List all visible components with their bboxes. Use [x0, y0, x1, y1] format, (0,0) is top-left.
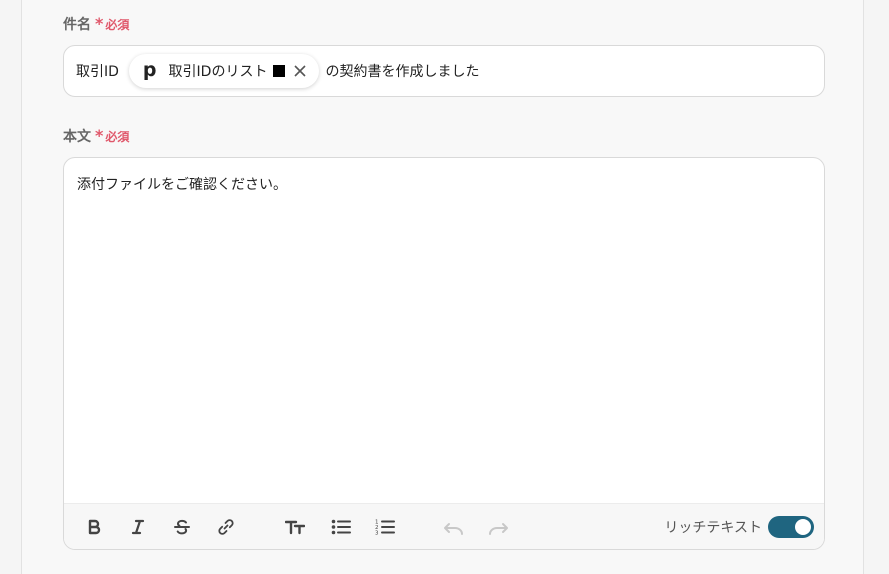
subject-label: 件名 * 必須: [63, 14, 129, 34]
svg-text:3: 3: [375, 531, 379, 537]
text-size-icon[interactable]: [283, 515, 307, 539]
editor-toolbar: 123 リッチテキスト: [64, 503, 824, 549]
subject-prefix: 取引ID: [76, 64, 119, 80]
chip-label: 取引IDのリスト: [168, 64, 268, 80]
strikethrough-icon[interactable]: [170, 515, 194, 539]
bold-icon[interactable]: [82, 515, 106, 539]
body-text[interactable]: 添付ファイルをご確認ください。: [77, 174, 287, 194]
rich-text-toggle[interactable]: [768, 516, 814, 538]
undo-icon[interactable]: [442, 515, 466, 539]
italic-icon[interactable]: [126, 515, 150, 539]
p-logo-icon: p: [142, 58, 157, 81]
subject-label-text: 件名: [63, 17, 91, 33]
close-icon[interactable]: [291, 62, 309, 80]
form-panel: 件名 * 必須 取引ID p 取引IDのリスト の契約書を作成しました 本文 *…: [21, 0, 864, 574]
asterisk-icon: *: [95, 126, 104, 145]
body-label: 本文 * 必須: [63, 126, 129, 146]
rich-text-label: リッチテキスト: [664, 520, 762, 536]
redo-icon[interactable]: [486, 515, 510, 539]
square-icon: [273, 65, 286, 77]
subject-suffix: の契約書を作成しました: [325, 64, 480, 80]
toggle-knob: [795, 519, 811, 535]
variable-chip[interactable]: p 取引IDのリスト: [128, 54, 320, 88]
body-editor[interactable]: 添付ファイルをご確認ください。 1 2 3 リッチテキスト: [63, 157, 825, 550]
numbered-list-icon[interactable]: 123: [373, 515, 397, 539]
required-text: 必須: [105, 129, 130, 144]
required-badge: * 必須: [95, 128, 129, 145]
subject-field[interactable]: 取引ID p 取引IDのリスト の契約書を作成しました: [63, 45, 825, 97]
required-text: 必須: [105, 17, 130, 32]
asterisk-icon: *: [95, 14, 104, 33]
link-icon[interactable]: [214, 515, 238, 539]
required-badge: * 必須: [95, 16, 129, 33]
bullet-list-icon[interactable]: [329, 515, 353, 539]
body-label-text: 本文: [63, 129, 91, 145]
